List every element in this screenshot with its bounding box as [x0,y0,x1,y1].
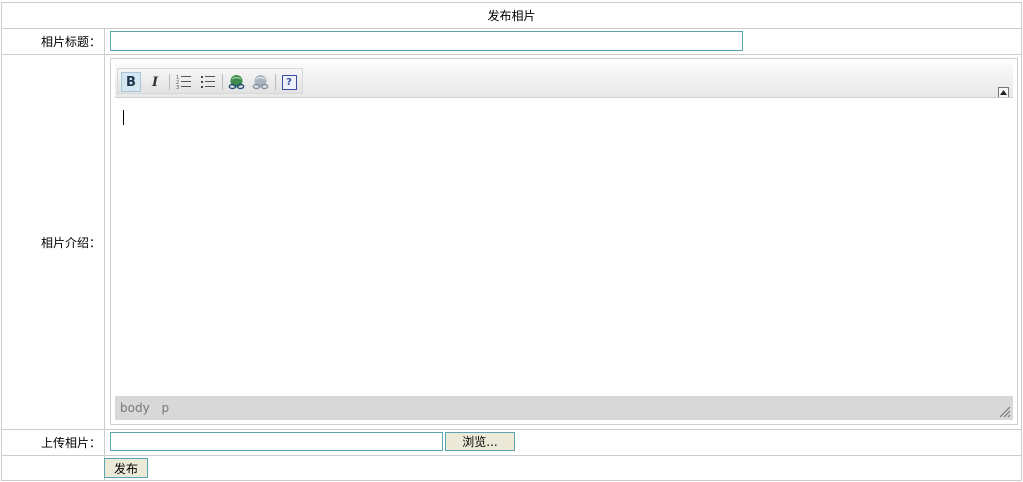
upload-label: 上传相片： [40,436,101,450]
bold-button[interactable]: B [121,72,141,92]
unordered-list-button[interactable] [198,72,218,92]
title-label: 相片标题： [40,35,101,49]
italic-icon: I [151,74,159,90]
italic-button[interactable]: I [145,72,165,92]
editor-content-area[interactable] [115,97,1013,396]
caret-up-icon [1000,90,1007,95]
element-path: body p [120,401,177,415]
help-button[interactable]: ? [279,72,299,92]
text-caret [123,110,124,125]
svg-text:3: 3 [176,85,179,90]
path-item-p[interactable]: p [162,401,170,415]
bold-icon: B [126,74,136,90]
row-divider [1,28,1022,29]
row-divider [1,429,1022,430]
editor-status-bar: body p [115,396,1013,420]
file-path-input[interactable] [110,432,443,451]
publish-button[interactable]: 发布 [104,458,148,478]
intro-label: 相片介绍： [40,236,101,250]
column-divider [104,28,105,481]
link-icon [228,75,244,90]
browse-button[interactable]: 浏览... [445,432,515,451]
path-item-body[interactable]: body [120,401,150,415]
toolbar-separator [275,74,276,90]
editor-toolbar: B I 1 2 3 ? [115,63,1013,98]
ordered-list-icon: 1 2 3 [176,75,191,90]
toolbar-separator [169,74,170,90]
page-title: 发布相片 [487,9,536,23]
link-button[interactable] [226,72,246,92]
row-divider [1,455,1022,456]
unlink-button[interactable] [250,72,270,92]
help-icon: ? [281,74,297,90]
ordered-list-button[interactable]: 1 2 3 [174,72,194,92]
title-input[interactable] [110,31,743,51]
toolbar-separator [222,74,223,90]
unlink-icon [252,75,268,90]
rich-text-editor: B I 1 2 3 ? body p [110,58,1018,425]
row-divider [1,54,1022,55]
resize-grip-icon[interactable] [999,406,1011,418]
unordered-list-icon [201,76,215,88]
toolbar-button-group: B I 1 2 3 ? [117,68,303,94]
